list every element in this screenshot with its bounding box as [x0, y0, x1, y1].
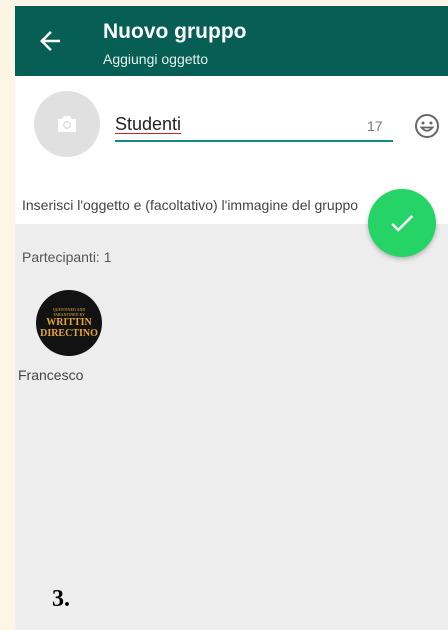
check-icon [391, 215, 414, 232]
group-photo-button[interactable] [34, 91, 100, 157]
page-subtitle: Aggiungi oggetto [103, 51, 209, 67]
avatar-big-text: WRITTIN DIRECTINO [40, 317, 98, 339]
step-annotation: 3. [52, 586, 70, 612]
page-title: Nuovo gruppo [103, 20, 247, 43]
char-counter: 17 [367, 118, 383, 134]
camera-icon [58, 116, 76, 132]
group-subject-input[interactable]: Studenti [115, 114, 181, 135]
emoji-icon [415, 114, 439, 138]
arrow-left-icon [40, 31, 60, 51]
participants-section: Partecipanti: 1 QUENTINED AND TARANTINED… [15, 224, 448, 630]
participant-avatar[interactable]: QUENTINED AND TARANTINED BY WRITTIN DIRE… [36, 290, 102, 356]
input-underline [115, 140, 393, 142]
participants-count: Partecipanti: 1 [22, 249, 112, 265]
confirm-button[interactable] [368, 189, 436, 257]
subject-hint: Inserisci l'oggetto e (facoltativo) l'im… [22, 197, 359, 213]
participant-name: Francesco [18, 367, 84, 383]
app-bar: Nuovo gruppo Aggiungi oggetto [15, 6, 448, 76]
avatar-small-text: QUENTINED AND TARANTINED BY [52, 307, 86, 317]
back-button[interactable] [35, 26, 65, 56]
app-screen: Nuovo gruppo Aggiungi oggetto Studenti 1… [15, 6, 448, 630]
emoji-button[interactable] [414, 113, 440, 139]
